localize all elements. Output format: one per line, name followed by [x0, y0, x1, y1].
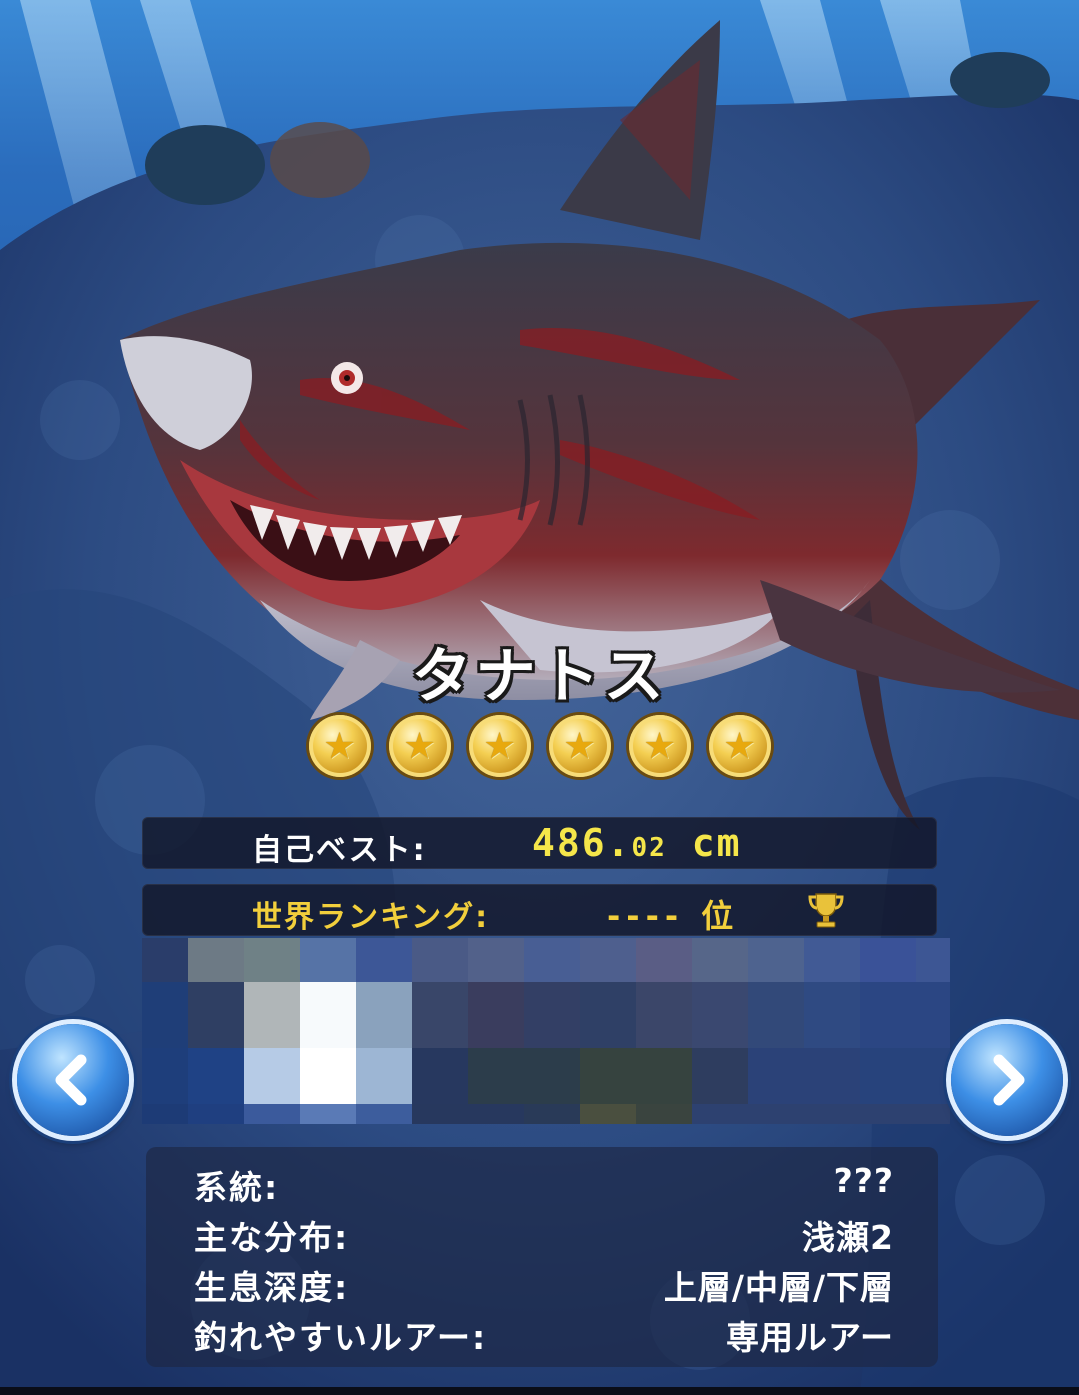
gold-star-medal-icon: ★ — [388, 715, 451, 777]
detail-row-depth: 生息深度: 上層/中層/下層 — [194, 1261, 894, 1309]
detail-key: 生息深度: — [194, 1268, 350, 1307]
trophy-icon — [808, 893, 844, 928]
detail-key: 系統: — [194, 1168, 280, 1207]
star-rating: ★ ★ ★ ★ ★ ★ — [0, 715, 1079, 777]
detail-value: 浅瀬2 — [802, 1218, 894, 1257]
personal-best-integer: 486. — [532, 821, 632, 865]
gold-star-medal-icon: ★ — [468, 715, 531, 777]
chevron-right-icon — [993, 1054, 1025, 1106]
detail-row-lineage: 系統: ??? — [194, 1161, 894, 1209]
previous-fish-button[interactable] — [17, 1024, 129, 1136]
world-ranking-suffix: 位 — [701, 897, 740, 935]
detail-value: 専用ルアー — [725, 1318, 894, 1357]
personal-best-value: 486.02 cm — [532, 821, 741, 865]
fish-name: タナトス — [411, 642, 668, 712]
detail-key: 釣れやすいルアー: — [194, 1318, 488, 1357]
gold-star-medal-icon: ★ — [708, 715, 771, 777]
world-ranking-bar: 世界ランキング: ---- 位 — [142, 884, 937, 936]
world-ranking-number: ---- — [607, 897, 685, 935]
next-fish-button[interactable] — [951, 1024, 1063, 1136]
gold-star-medal-icon: ★ — [548, 715, 611, 777]
gold-star-medal-icon: ★ — [628, 715, 691, 777]
pixelated-censored-area — [142, 938, 950, 1124]
detail-key: 主な分布: — [194, 1218, 350, 1257]
detail-row-distribution: 主な分布: 浅瀬2 — [194, 1211, 894, 1259]
gold-star-medal-icon: ★ — [308, 715, 371, 777]
personal-best-fraction: 02 — [631, 833, 667, 863]
world-ranking-value: ---- 位 — [607, 891, 739, 937]
detail-row-lure: 釣れやすいルアー: 専用ルアー — [194, 1311, 894, 1359]
detail-value: 上層/中層/下層 — [663, 1268, 894, 1307]
personal-best-label: 自己ベスト: — [252, 833, 427, 868]
fish-details-panel: 系統: ??? 主な分布: 浅瀬2 生息深度: 上層/中層/下層 釣れやすいルア… — [146, 1147, 938, 1367]
personal-best-unit: cm — [691, 821, 742, 865]
chevron-left-icon — [55, 1054, 87, 1106]
bottom-border — [0, 1387, 1079, 1395]
world-ranking-label: 世界ランキング: — [252, 900, 490, 935]
personal-best-bar: 自己ベスト: 486.02 cm — [142, 817, 937, 869]
detail-value: ??? — [833, 1161, 894, 1200]
